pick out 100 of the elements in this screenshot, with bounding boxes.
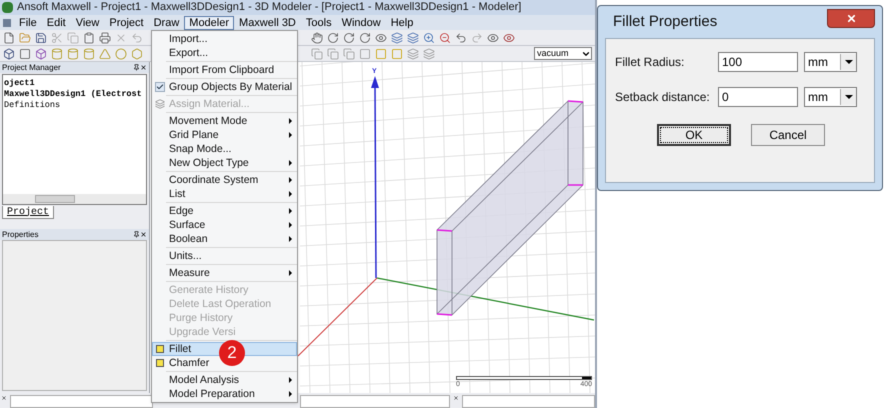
pin-icon[interactable] — [133, 64, 140, 71]
window-title: Ansoft Maxwell - Project1 - Maxwell3DDesign1 - 3D Modeler - [Project1 - Maxwell3DDesign1 - Modeler] — [17, 0, 522, 16]
close-icon[interactable] — [1, 395, 7, 401]
clipboard-icon[interactable] — [83, 32, 95, 44]
close-icon[interactable] — [453, 395, 459, 401]
copy-icon[interactable] — [343, 48, 355, 60]
menu-option[interactable]: Boolean — [152, 232, 297, 246]
cylinder-icon[interactable] — [67, 48, 79, 60]
menu-item[interactable]: Maxwell 3D — [234, 16, 301, 30]
copy-icon[interactable] — [327, 48, 339, 60]
menu-option[interactable]: Snap Mode... — [152, 142, 297, 156]
copy-icon[interactable] — [311, 48, 323, 60]
submenu-arrow-icon — [289, 177, 292, 183]
close-icon[interactable] — [140, 231, 147, 238]
eye-icon[interactable] — [375, 32, 387, 44]
value-field[interactable]: 100 — [718, 52, 798, 72]
menu-item[interactable]: Help — [386, 16, 418, 30]
submenu-arrow-icon — [289, 236, 292, 242]
box-icon[interactable] — [35, 48, 47, 60]
zoom-out-icon[interactable] — [439, 32, 451, 44]
close-icon[interactable] — [140, 64, 147, 71]
folder-icon[interactable] — [19, 32, 31, 44]
submenu-arrow-icon — [289, 391, 292, 397]
panel-title: Properties — [2, 230, 40, 240]
circle-icon[interactable] — [115, 48, 127, 60]
eye-icon[interactable] — [503, 32, 515, 44]
scrollbar-thumb[interactable] — [35, 195, 75, 203]
menu-option[interactable]: Group Objects By Material — [152, 80, 297, 94]
app-logo-icon — [2, 2, 13, 13]
close-button[interactable] — [827, 8, 875, 28]
undo-icon[interactable] — [455, 32, 467, 44]
tree-item[interactable]: Maxwell3DDesign1 (Electrost — [4, 89, 146, 100]
save-icon[interactable] — [35, 32, 47, 44]
submenu-arrow-icon — [289, 222, 292, 228]
unit-dropdown[interactable]: mm — [804, 87, 857, 107]
square-icon — [156, 359, 164, 367]
rotate-icon[interactable] — [359, 32, 371, 44]
menu-item[interactable]: Tools — [300, 16, 337, 30]
menu-option[interactable]: Grid Plane — [152, 128, 297, 142]
document-icon — [3, 18, 11, 26]
menu-option[interactable]: New Object Type — [152, 156, 297, 170]
close-icon — [846, 12, 856, 24]
rotate-icon[interactable] — [327, 32, 339, 44]
tree-item[interactable]: Definitions — [4, 100, 146, 111]
tree-item[interactable]: oject1 — [4, 78, 146, 89]
submenu-arrow-icon — [289, 191, 292, 197]
menu-option[interactable]: Import... — [152, 32, 297, 46]
rotate-icon[interactable] — [343, 32, 355, 44]
layers-icon — [155, 99, 165, 109]
project-tab[interactable]: Project — [2, 206, 54, 219]
menu-option[interactable]: Edge — [152, 204, 297, 218]
square-icon[interactable] — [19, 48, 31, 60]
panel-title: Project Manager — [2, 62, 62, 72]
unit-dropdown[interactable]: mm — [804, 52, 857, 72]
pin-icon[interactable] — [133, 231, 140, 238]
cylinder-icon[interactable] — [51, 48, 63, 60]
menu-item[interactable]: Draw — [148, 16, 184, 30]
menu-item[interactable]: View — [70, 16, 104, 30]
horizontal-scrollbar[interactable] — [3, 194, 146, 204]
submenu-arrow-icon — [289, 208, 292, 214]
layers-icon[interactable] — [423, 48, 435, 60]
menu-option[interactable]: Coordinate System — [152, 173, 297, 187]
menu-item[interactable]: File — [14, 16, 42, 30]
menu-option[interactable]: Model Analysis — [152, 373, 297, 387]
menu-option[interactable]: Import From Clipboard — [152, 63, 297, 77]
printer-icon[interactable] — [99, 32, 111, 44]
submenu-arrow-icon — [289, 270, 292, 276]
caret-icon — [840, 54, 856, 70]
menu-item[interactable]: Window — [336, 16, 386, 30]
value-field[interactable]: 0 — [718, 87, 798, 107]
triangle-icon[interactable] — [99, 48, 111, 60]
box-icon[interactable] — [3, 48, 15, 60]
submenu-arrow-icon — [289, 132, 292, 138]
zoom-in-icon[interactable] — [423, 32, 435, 44]
submenu-arrow-icon — [289, 160, 292, 166]
hand-icon[interactable] — [311, 32, 323, 44]
dialog-title: Fillet Properties — [612, 12, 718, 32]
menu-option[interactable]: List — [152, 187, 297, 201]
material-dropdown[interactable]: vacuum — [534, 47, 592, 60]
dialog-button[interactable]: Cancel — [751, 124, 825, 146]
caret-icon — [840, 89, 856, 105]
layers-icon[interactable] — [407, 32, 419, 44]
menu-item[interactable]: Modeler — [184, 16, 234, 30]
menu-option[interactable]: Model Preparation — [152, 387, 297, 401]
menu-option[interactable]: Movement Mode — [152, 114, 297, 128]
menu-option[interactable]: Surface — [152, 218, 297, 232]
dialog-button[interactable]: OK — [657, 124, 731, 146]
menu-option[interactable]: Units... — [152, 249, 297, 263]
cylinder-icon[interactable] — [83, 48, 95, 60]
menu-option[interactable]: Export... — [152, 46, 297, 60]
field-label: Fillet Radius: — [615, 54, 686, 71]
layers-icon[interactable] — [407, 48, 419, 60]
new-file-icon[interactable] — [3, 32, 15, 44]
field-label: Setback distance: — [615, 89, 711, 106]
layers-icon[interactable] — [391, 32, 403, 44]
eye-icon[interactable] — [487, 32, 499, 44]
menu-item[interactable]: Edit — [42, 16, 71, 30]
menu-item[interactable]: Project — [104, 16, 149, 30]
hexagon-icon[interactable] — [131, 48, 143, 60]
menu-option[interactable]: Measure — [152, 266, 297, 280]
